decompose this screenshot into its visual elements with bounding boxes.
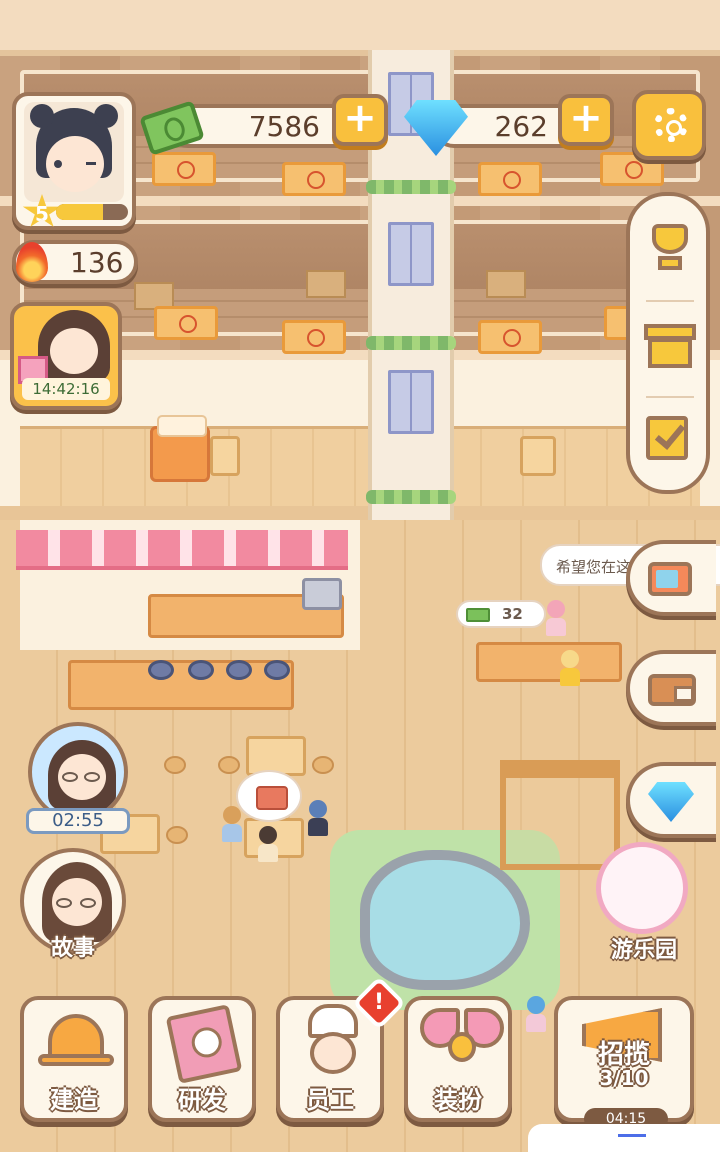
dressup-button[interactable]: 装扮 [404,996,512,1122]
bow-icon [418,1008,506,1074]
event-character-portrait [28,722,128,822]
elevator-door [388,222,434,286]
player-avatar-card[interactable]: 5 [12,92,136,230]
recruit-progress: 3/10 [599,1066,649,1090]
waiter[interactable] [308,800,328,836]
story-button[interactable]: 故事 [20,848,126,966]
locked-barrier [478,320,542,354]
frying-pan [188,660,214,680]
event-timer: 02:55 [26,808,130,834]
gear-icon [654,108,688,142]
story-label: 故事 [50,936,95,961]
frying-pan [264,660,290,680]
build-label: 建造 [50,1086,98,1114]
speech-text: 希望您在这 [556,558,632,576]
diamond-icon [648,782,694,822]
recipe-book-icon [165,1004,243,1084]
amusement-park-button[interactable]: 游乐园 [592,836,696,970]
xp-fill [56,204,103,220]
ferris-wheel-icon [596,842,688,934]
customer[interactable] [222,806,242,842]
vine-decoration [366,180,456,194]
nightstand [210,436,240,476]
stool [218,756,240,774]
diamond-shop-button[interactable] [626,762,716,838]
locked-barrier [152,152,216,186]
vine-decoration [366,336,456,350]
locked-barrier [282,162,346,196]
microwave [302,578,342,610]
visitor[interactable] [526,996,546,1032]
dressup-label: 装扮 [434,1086,482,1114]
chef-icon [298,1004,368,1078]
nightstand [520,436,556,476]
guest[interactable] [560,650,580,686]
stool [312,756,334,774]
home-indicator[interactable] [528,1124,720,1152]
watch-ad-button[interactable] [626,540,716,616]
wallet-icon [648,674,696,706]
offer-timer: 14:42:16 [22,378,110,400]
receptionist[interactable] [546,600,566,636]
add-gems-button[interactable]: + [558,94,614,146]
amusement-park-label: 游乐园 [610,938,677,963]
tv-icon [648,562,692,596]
income-amount: 32 [502,605,523,623]
research-button[interactable]: 研发 [148,996,256,1122]
locked-barrier [478,162,542,196]
customer[interactable] [258,826,278,862]
cash-icon [466,608,490,622]
frying-pan [226,660,252,680]
gift-icon[interactable] [642,314,698,370]
build-button[interactable]: 建造 [20,996,128,1122]
locked-barrier [154,306,218,340]
wallet-button[interactable] [626,650,716,726]
income-bubble[interactable]: 32 [456,600,546,628]
gift-offer-button[interactable]: 14:42:16 [10,302,122,410]
research-label: 研发 [178,1086,226,1114]
recruit-button[interactable]: 招揽 3/10 04:15 [554,996,694,1130]
add-cash-button[interactable]: + [332,94,388,146]
roof-strip [0,0,720,56]
cardboard-box [306,270,346,298]
stool [164,756,186,774]
player-avatar [24,102,124,202]
settings-button[interactable] [632,90,706,160]
pond [360,850,530,990]
vine-decoration [366,490,456,504]
staff-label: 员工 [306,1086,354,1114]
reception-counter[interactable] [476,642,622,682]
locked-barrier [282,320,346,354]
helmet-icon [38,1014,114,1072]
trophy-icon[interactable] [642,220,698,276]
order-dish-bubble [236,770,302,822]
frying-pan [148,660,174,680]
elevator-door [388,370,434,434]
timed-event-button[interactable]: 02:55 [26,722,130,834]
stove-counter[interactable] [68,660,294,710]
stool [166,826,188,844]
bed [150,415,210,482]
staff-button[interactable]: ! 员工 [276,976,406,1122]
checklist-icon[interactable] [642,410,698,466]
kitchen-awning [16,530,348,570]
cardboard-box [486,270,526,298]
xp-progress-bar [56,204,128,220]
side-menu [626,192,710,494]
